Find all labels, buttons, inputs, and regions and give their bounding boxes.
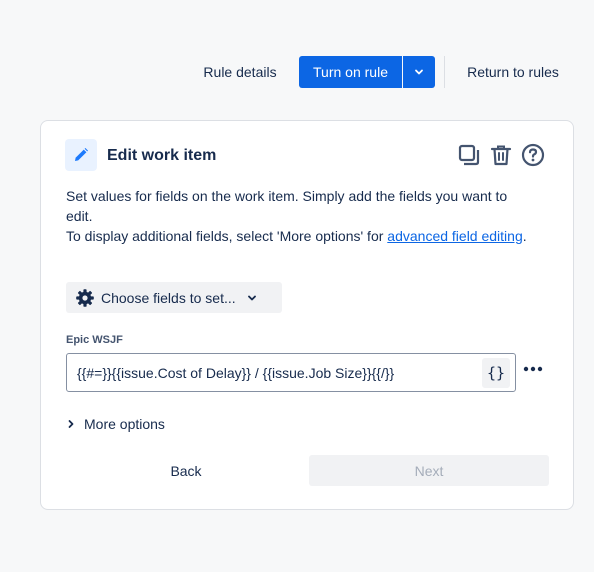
card-title: Edit work item	[107, 147, 217, 164]
chevron-right-icon	[68, 420, 74, 428]
field-more-actions-button[interactable]	[522, 361, 544, 377]
delete-button[interactable]	[489, 143, 513, 167]
toolbar-divider	[444, 56, 445, 88]
advanced-field-editing-link[interactable]: advanced field editing	[387, 228, 522, 244]
chevron-down-icon	[247, 295, 256, 300]
copy-icon	[458, 144, 480, 166]
epic-wsjf-field[interactable]: {{#=}}{{issue.Cost of Delay}} / {{issue.…	[66, 353, 516, 392]
help-button[interactable]	[521, 143, 545, 167]
next-button[interactable]: Next	[309, 455, 549, 486]
rule-details-button[interactable]: Rule details	[192, 56, 288, 88]
trash-icon	[490, 145, 512, 166]
chevron-down-icon	[415, 69, 423, 75]
turn-on-rule-dropdown-button[interactable]	[403, 56, 435, 88]
epic-wsjf-value[interactable]: {{#=}}{{issue.Cost of Delay}} / {{issue.…	[67, 365, 482, 381]
edit-work-item-card: Edit work item Set values for fields on …	[40, 120, 574, 510]
question-icon	[521, 143, 545, 167]
more-options-label: More options	[84, 416, 165, 432]
field-label-epic-wsjf: Epic WSJF	[66, 334, 123, 346]
more-horizontal-icon	[523, 366, 543, 372]
description-line-2: To display additional fields, select 'Mo…	[66, 226, 536, 246]
choose-fields-button[interactable]: Choose fields to set...	[66, 282, 282, 313]
gear-icon	[76, 288, 94, 307]
copy-button[interactable]	[457, 143, 481, 167]
rule-toolbar: Rule details Turn on rule Return to rule…	[0, 56, 594, 88]
turn-on-rule-button[interactable]: Turn on rule	[299, 56, 402, 88]
pencil-icon	[65, 139, 97, 171]
description-prefix: To display additional fields, select 'Mo…	[66, 228, 388, 244]
choose-fields-label: Choose fields to set...	[101, 289, 236, 306]
smart-value-button[interactable]: {}	[482, 357, 510, 388]
description-line-1: Set values for fields on the work item. …	[66, 188, 508, 224]
more-options-toggle[interactable]: More options	[66, 414, 165, 434]
card-description: Set values for fields on the work item. …	[66, 186, 536, 246]
return-to-rules-button[interactable]: Return to rules	[455, 56, 571, 88]
back-button[interactable]: Back	[66, 455, 306, 486]
description-suffix: .	[522, 228, 527, 244]
